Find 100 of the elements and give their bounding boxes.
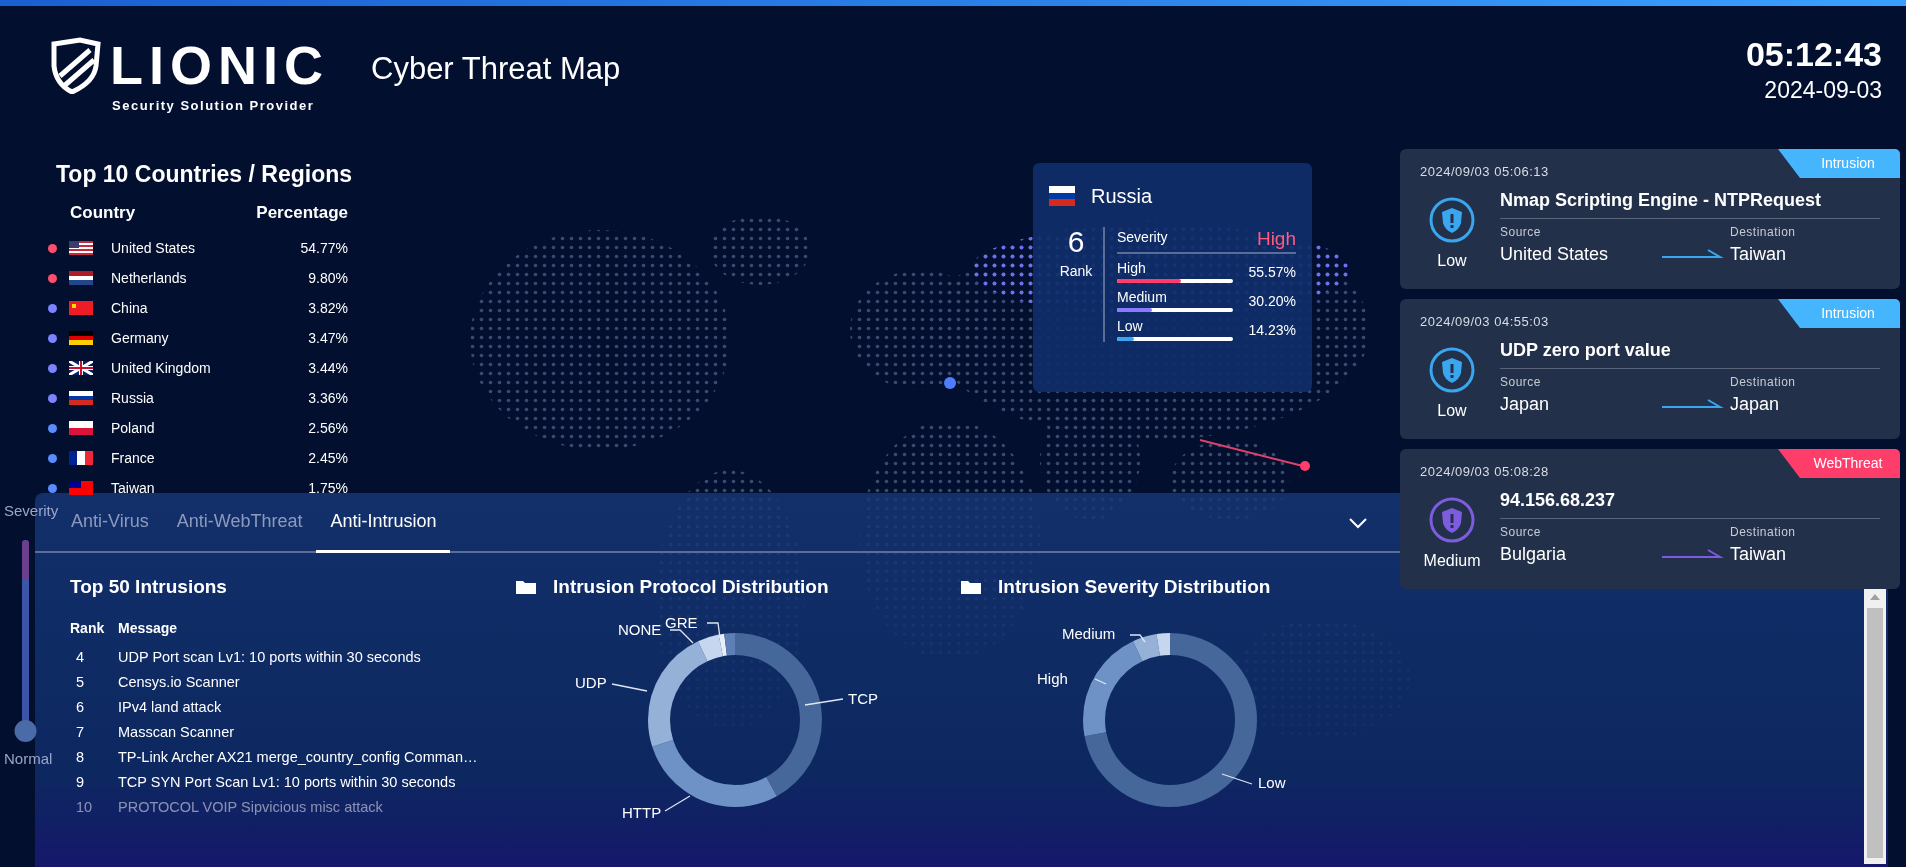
severity-label: Medium [1117,288,1168,307]
rank-label: Rank [1059,262,1093,281]
source-country: Japan [1500,393,1551,416]
message-cell-text: TP-Link Archer AX21 merge_country_config Comman… [118,747,478,767]
slice-label: Low [1258,773,1286,791]
clock-date: 2024-09-03 [1763,76,1882,106]
flag-icon [69,241,93,255]
column-header: Message [118,618,178,638]
country-percentage: 3.82% [308,298,348,318]
country-name: Russia [111,388,154,408]
severity-value: High [1256,229,1296,248]
severity-percentage: 30.20% [1248,292,1296,311]
leader-line [804,697,844,706]
rank-cell-text: 9 [75,772,86,792]
event-time: 2024/09/03 04:55:03 [1420,313,1549,331]
slider-label: Normal [4,748,54,769]
flag-icon [69,271,93,285]
message-cell-text: Censys.io Scanner [118,672,240,692]
flag-icon [69,481,93,495]
rank-cell-text: 7 [75,722,86,742]
event-tag: Intrusion [1778,149,1900,178]
flag-icon [69,301,93,315]
chart-title: Intrusion Protocol Distribution [553,575,829,599]
flag-icon [1049,186,1075,206]
leader-line [1221,772,1253,785]
country-percentage: 54.77% [300,238,348,258]
country-name: Poland [111,418,155,438]
flag-icon [69,361,93,375]
leader-line [664,794,691,812]
rank-cell-text: 6 [75,697,86,717]
slice-label: TCP [848,689,878,707]
leader-line [611,682,648,692]
severity-level: Low [1437,401,1467,421]
clock-time: 05:12:43 [1745,36,1882,74]
field-label: Destination [1730,224,1796,241]
source-country: United States [1500,243,1610,266]
brand-name: LIONIC [110,38,329,92]
severity-level: Medium [1423,551,1481,571]
field-label: Source [1500,374,1543,391]
brand-tagline: Security Solution Provider [112,97,316,115]
country-percentage: 2.56% [308,418,348,438]
section-title: Top 10 Countries / Regions [56,160,353,189]
slice-label: Medium [1062,624,1116,642]
country-name: Germany [111,328,169,348]
leader-line [1094,677,1107,685]
destination-country: Taiwan [1730,243,1788,266]
panel-tab[interactable]: Anti-Intrusion [316,493,451,553]
event-tag: WebThreat [1778,449,1900,478]
event-tag: Intrusion [1778,299,1900,328]
chart-title: Intrusion Severity Distribution [998,575,1271,599]
leader-line [1129,633,1146,643]
field-label: Source [1500,224,1543,241]
message-cell-text: IPv4 land attack [118,697,222,717]
leader-line [669,628,694,644]
country-name: Russia [1091,184,1153,209]
severity-label: High [1117,259,1147,278]
event-title: UDP zero port value [1500,339,1672,362]
shield-logo-icon [50,36,102,94]
severity-label: Severity [1117,228,1168,247]
field-label: Destination [1730,524,1796,541]
event-time: 2024/09/03 05:06:13 [1420,163,1549,181]
event-title: Nmap Scripting Engine - NTPRequest [1500,189,1823,212]
message-cell-text: Masscan Scanner [118,722,235,742]
location-dot [944,377,956,389]
country-percentage: 2.45% [308,448,348,468]
chevron-down-icon [1348,517,1368,529]
message-cell-text: PROTOCOL VOIP Sipvicious misc attack [118,797,383,817]
event-time: 2024/09/03 05:08:28 [1420,463,1549,481]
slice-label: HTTP [622,803,662,821]
section-title: Top 50 Intrusions [70,575,228,599]
folder-icon [515,579,537,596]
country-name: China [111,298,148,318]
rank-number: 6 [1067,227,1085,257]
column-header: Country [70,201,136,224]
country-name: Netherlands [111,268,187,288]
severity-level: Low [1437,251,1467,271]
field-label: Source [1500,524,1543,541]
slice-label: NONE [618,620,662,638]
message-cell-text: TCP SYN Port Scan Lv1: 10 ports within 30 seconds [118,772,456,792]
column-header: Percentage [256,201,348,224]
country-percentage: 3.47% [308,328,348,348]
country-percentage: 9.80% [308,268,348,288]
severity-percentage: 55.57% [1248,263,1296,282]
slider-label: Severity [4,501,60,521]
destination-country: Japan [1730,393,1781,416]
destination-country: Taiwan [1730,543,1788,566]
severity-label: Low [1117,317,1144,336]
source-country: Bulgaria [1500,543,1568,566]
rank-cell-text: 10 [75,797,94,817]
flag-icon [69,451,93,465]
folder-icon [960,579,982,596]
slice-label: High [1037,669,1068,687]
rank-cell-text: 4 [75,647,86,667]
flag-icon [69,391,93,405]
leader-line [706,621,721,639]
severity-percentage: 14.23% [1248,321,1296,340]
field-label: Destination [1730,374,1796,391]
country-percentage: 3.36% [308,388,348,408]
country-percentage: 3.44% [308,358,348,378]
country-name: United States [111,238,196,258]
